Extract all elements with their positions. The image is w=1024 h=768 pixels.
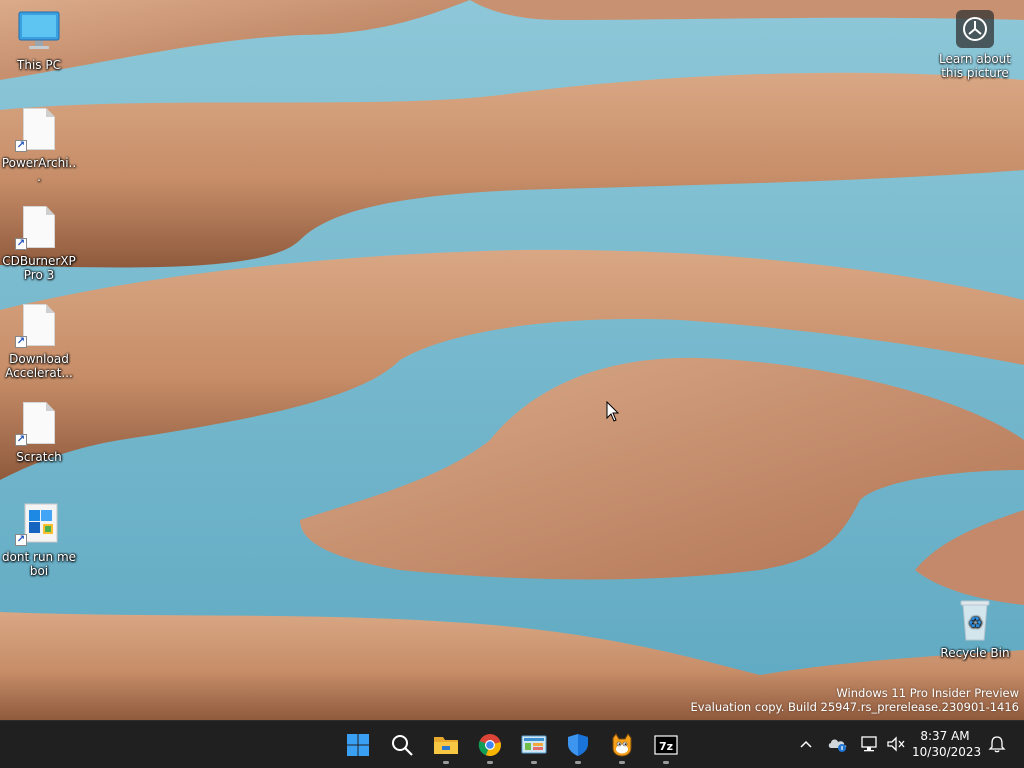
- onedrive-icon: [828, 739, 847, 752]
- shortcut-arrow-icon: ↗: [15, 336, 27, 348]
- desktop-icon-label: Download Accelerat...: [5, 352, 73, 380]
- svg-text:♻: ♻: [968, 613, 982, 632]
- desktop-icon-download-accelerator[interactable]: ↗ Download Accelerat...: [1, 302, 77, 380]
- notification-bell-icon: [988, 736, 1006, 753]
- scratch-cat-icon: [612, 733, 632, 757]
- chevron-up-icon: [800, 740, 812, 748]
- clock-date: 10/30/2023: [912, 745, 982, 759]
- desktop-icon-label: This PC: [17, 58, 61, 72]
- shortcut-arrow-icon: ↗: [15, 434, 27, 446]
- taskbar-windows-security[interactable]: [558, 725, 598, 765]
- desktop-icon-label: PowerArchi...: [1, 156, 77, 184]
- chrome-icon: [478, 734, 501, 757]
- desktop-icon-this-pc[interactable]: This PC: [1, 8, 77, 72]
- running-indicator: [575, 761, 581, 764]
- running-indicator: [663, 761, 669, 764]
- watermark-build: Evaluation copy. Build 25947.rs_prerelea…: [690, 700, 1019, 714]
- recycle-bin-icon: ♻: [951, 596, 999, 644]
- network-icon: [861, 736, 877, 752]
- shield-icon: [568, 734, 588, 756]
- learn-about-label: Learn about this picture: [939, 52, 1011, 80]
- tray-onedrive[interactable]: [827, 733, 849, 755]
- desktop-icon-label: CDBurnerXP Pro 3: [2, 254, 76, 282]
- tray-clock[interactable]: 8:37 AM 10/30/2023: [912, 728, 982, 760]
- folder-icon: [434, 737, 458, 754]
- search-button[interactable]: [382, 725, 422, 765]
- taskbar-file-explorer[interactable]: [426, 725, 466, 765]
- learn-about-this-picture[interactable]: Learn about this picture: [936, 10, 1014, 80]
- document-icon: ↗: [15, 106, 63, 154]
- desktop-icon-dont-run-me-boi[interactable]: ↗ dont run me boi: [1, 500, 77, 578]
- running-indicator: [531, 761, 537, 764]
- evaluation-watermark: Windows 11 Pro Insider Preview Evaluatio…: [691, 686, 1019, 714]
- desktop-icon-cdburnerxp[interactable]: ↗ CDBurnerXP Pro 3: [1, 204, 77, 282]
- watermark-edition: Windows 11 Pro Insider Preview: [836, 686, 1019, 700]
- taskbar-google-chrome[interactable]: [470, 725, 510, 765]
- document-icon: ↗: [15, 400, 63, 448]
- shortcut-arrow-icon: ↗: [15, 238, 27, 250]
- taskbar-7zip[interactable]: 7z: [646, 725, 686, 765]
- running-indicator: [487, 761, 493, 764]
- tray-network[interactable]: [859, 733, 881, 755]
- desktop-icon-label: Scratch: [16, 450, 62, 464]
- running-indicator: [443, 761, 449, 764]
- document-icon: ↗: [15, 204, 63, 252]
- notifications-button[interactable]: [986, 733, 1008, 755]
- mouse-cursor-icon: [606, 401, 620, 422]
- volume-muted-icon: [887, 736, 905, 752]
- search-icon: [392, 735, 413, 756]
- seven-zip-icon: 7z: [654, 735, 678, 755]
- taskbar-scratch[interactable]: [602, 725, 642, 765]
- windows-logo-icon: [347, 734, 369, 756]
- monitor-icon: [15, 8, 63, 56]
- desktop[interactable]: This PC ↗ PowerArchi... ↗ CDBurnerXP Pro…: [0, 0, 1024, 720]
- desktop-icon-label: dont run me boi: [1, 550, 77, 578]
- camera-info-icon: [956, 10, 994, 48]
- document-icon: ↗: [15, 302, 63, 350]
- taskbar: 7z 8:37 AM 10/30/2023: [0, 720, 1024, 768]
- svg-text:7z: 7z: [659, 740, 673, 753]
- desktop-icon-recycle-bin[interactable]: ♻ Recycle Bin: [937, 596, 1013, 660]
- tray-volume[interactable]: [885, 733, 907, 755]
- desktop-icon-powerarchiver[interactable]: ↗ PowerArchi...: [1, 106, 77, 184]
- clock-time: 8:37 AM: [920, 729, 970, 743]
- running-indicator: [619, 761, 625, 764]
- installer-icon: ↗: [15, 500, 63, 548]
- shortcut-arrow-icon: ↗: [15, 140, 27, 152]
- desktop-icon-label: Recycle Bin: [940, 646, 1010, 660]
- control-panel-icon: [521, 735, 547, 754]
- taskbar-control-panel[interactable]: [514, 725, 554, 765]
- start-button[interactable]: [338, 725, 378, 765]
- shortcut-arrow-icon: ↗: [15, 534, 27, 546]
- desktop-icon-scratch[interactable]: ↗ Scratch: [1, 400, 77, 464]
- wallpaper: [0, 0, 1024, 720]
- show-hidden-icons-button[interactable]: [795, 733, 817, 755]
